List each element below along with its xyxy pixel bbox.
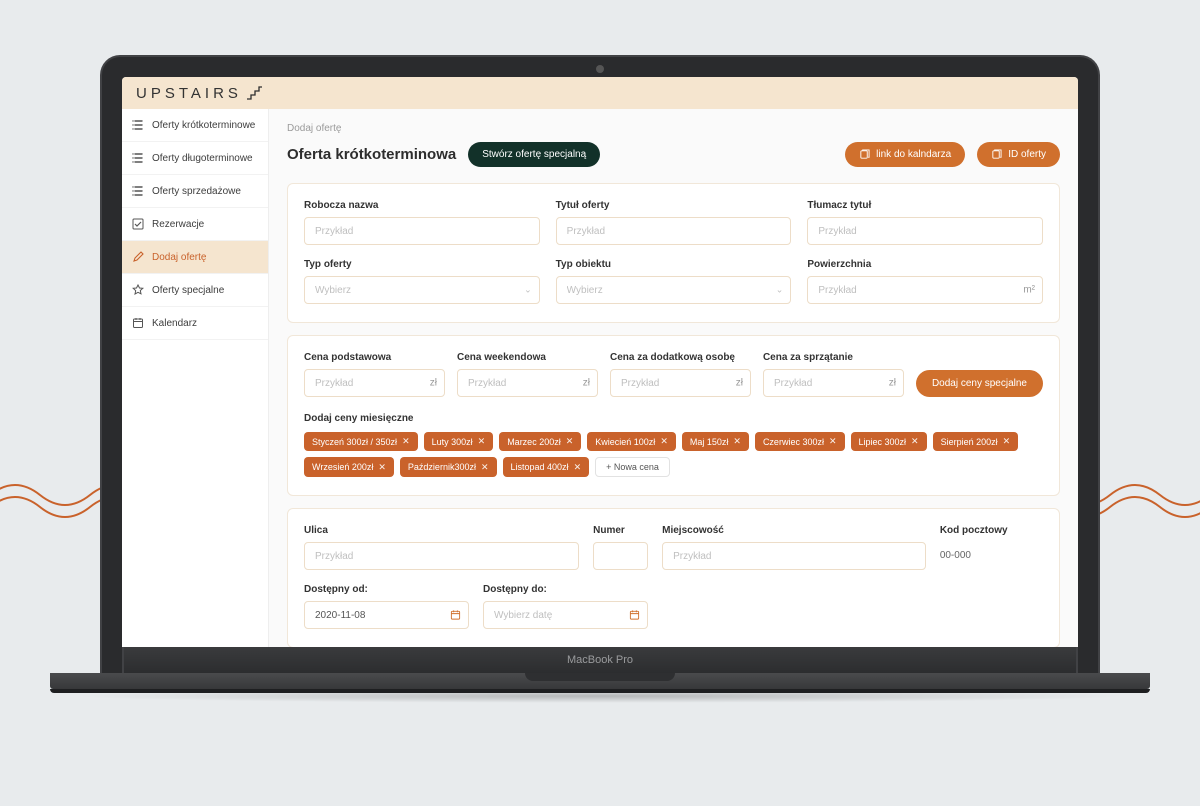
dostepny-od-label: Dostępny od: bbox=[304, 584, 469, 595]
sidebar-item-rezerwacje[interactable]: Rezerwacje bbox=[122, 208, 268, 241]
close-icon[interactable]: ✕ bbox=[566, 436, 574, 447]
price-tag[interactable]: Wrzesień 200zł✕ bbox=[304, 457, 394, 477]
monthly-price-tags: Styczeń 300zł / 350zł✕ Luty 300zł✕ Marze… bbox=[304, 432, 1043, 477]
close-icon[interactable]: ✕ bbox=[378, 462, 386, 473]
cena-weekend-label: Cena weekendowa bbox=[457, 352, 598, 363]
kod-label: Kod pocztowy bbox=[940, 525, 1043, 536]
kod-value: 00-000 bbox=[940, 542, 1043, 561]
typ-obiektu-select[interactable] bbox=[556, 276, 792, 304]
sidebar: Oferty krótkoterminowe Oferty długotermi… bbox=[122, 109, 269, 647]
price-tag[interactable]: Październik300zł✕ bbox=[400, 457, 497, 477]
close-icon[interactable]: ✕ bbox=[660, 436, 668, 447]
check-icon bbox=[132, 218, 144, 230]
sidebar-item-oferty-sprzedazowe[interactable]: Oferty sprzedażowe bbox=[122, 175, 268, 208]
close-icon[interactable]: ✕ bbox=[733, 436, 741, 447]
cena-sprzat-label: Cena za sprzątanie bbox=[763, 352, 904, 363]
sidebar-item-label: Kalendarz bbox=[152, 318, 197, 329]
laptop-frame: UPSTAIRS Oferty krótkoterminowe Oferty d… bbox=[100, 55, 1100, 703]
main-content: Dodaj ofertę Oferta krótkoterminowa Stwó… bbox=[269, 109, 1078, 647]
tytul-label: Tytuł oferty bbox=[556, 200, 792, 211]
tytul-input[interactable] bbox=[556, 217, 792, 245]
star-icon bbox=[132, 284, 144, 296]
close-icon[interactable]: ✕ bbox=[478, 436, 486, 447]
sidebar-item-label: Dodaj ofertę bbox=[152, 252, 206, 263]
close-icon[interactable]: ✕ bbox=[481, 462, 489, 473]
price-tag[interactable]: Styczeń 300zł / 350zł✕ bbox=[304, 432, 418, 451]
card-address: Ulica Numer Miejscowość bbox=[287, 508, 1060, 647]
date-from-input[interactable] bbox=[304, 601, 469, 629]
sidebar-item-label: Rezerwacje bbox=[152, 219, 204, 230]
price-tag[interactable]: Lipiec 300zł✕ bbox=[851, 432, 927, 451]
card-basic-info: Robocza nazwa Tytuł oferty Tłumacz tytuł bbox=[287, 183, 1060, 323]
price-tag[interactable]: Czerwiec 300zł✕ bbox=[755, 432, 845, 451]
close-icon[interactable]: ✕ bbox=[911, 436, 919, 447]
powierzchnia-input[interactable] bbox=[807, 276, 1043, 304]
add-special-prices-button[interactable]: Dodaj ceny specjalne bbox=[916, 370, 1043, 397]
nazwa-label: Robocza nazwa bbox=[304, 200, 540, 211]
breadcrumb: Dodaj ofertę bbox=[287, 123, 1060, 134]
list-icon bbox=[132, 152, 144, 164]
link-to-calendar-button[interactable]: link do kalndarza bbox=[845, 142, 965, 167]
price-tag[interactable]: Maj 150zł✕ bbox=[682, 432, 749, 451]
miejscowosc-input[interactable] bbox=[662, 542, 926, 570]
logo-text: UPSTAIRS bbox=[136, 85, 242, 102]
list-icon bbox=[132, 185, 144, 197]
copy-icon bbox=[859, 149, 870, 160]
sidebar-item-kalendarz[interactable]: Kalendarz bbox=[122, 307, 268, 340]
nazwa-input[interactable] bbox=[304, 217, 540, 245]
cena-podst-label: Cena podstawowa bbox=[304, 352, 445, 363]
price-tag[interactable]: Marzec 200zł✕ bbox=[499, 432, 581, 451]
sidebar-item-label: Oferty długoterminowe bbox=[152, 153, 253, 164]
cena-osoba-input[interactable] bbox=[610, 369, 751, 397]
close-icon[interactable]: ✕ bbox=[402, 436, 410, 447]
sidebar-item-label: Oferty specjalne bbox=[152, 285, 224, 296]
laptop-deck-label: MacBook Pro bbox=[122, 647, 1078, 673]
sidebar-item-dodaj-oferte[interactable]: Dodaj ofertę bbox=[122, 241, 268, 274]
price-tag[interactable]: Luty 300zł✕ bbox=[424, 432, 494, 451]
price-tag[interactable]: Listopad 400zł✕ bbox=[503, 457, 590, 477]
cena-weekend-input[interactable] bbox=[457, 369, 598, 397]
logo: UPSTAIRS bbox=[136, 85, 262, 102]
numer-input[interactable] bbox=[593, 542, 648, 570]
close-icon[interactable]: ✕ bbox=[574, 462, 582, 473]
powierzchnia-label: Powierzchnia bbox=[807, 259, 1043, 270]
page-title: Oferta krótkoterminowa bbox=[287, 146, 456, 163]
id-offer-button[interactable]: ID oferty bbox=[977, 142, 1060, 167]
calendar-icon bbox=[132, 317, 144, 329]
ulica-label: Ulica bbox=[304, 525, 579, 536]
edit-icon bbox=[132, 251, 144, 263]
sidebar-item-label: Oferty sprzedażowe bbox=[152, 186, 241, 197]
card-pricing: Cena podstawowa zł Cena weekendowa bbox=[287, 335, 1060, 496]
sidebar-item-label: Oferty krótkoterminowe bbox=[152, 120, 255, 131]
close-icon[interactable]: ✕ bbox=[829, 436, 837, 447]
sidebar-item-oferty-specjalne[interactable]: Oferty specjalne bbox=[122, 274, 268, 307]
date-to-input[interactable] bbox=[483, 601, 648, 629]
cena-podst-input[interactable] bbox=[304, 369, 445, 397]
miejscowosc-label: Miejscowość bbox=[662, 525, 926, 536]
close-icon[interactable]: ✕ bbox=[1003, 436, 1011, 447]
sidebar-item-oferty-dlugoterminowe[interactable]: Oferty długoterminowe bbox=[122, 142, 268, 175]
ulica-input[interactable] bbox=[304, 542, 579, 570]
typ-oferty-label: Typ oferty bbox=[304, 259, 540, 270]
monthly-prices-label: Dodaj ceny miesięczne bbox=[304, 413, 1043, 424]
typ-obiektu-label: Typ obiektu bbox=[556, 259, 792, 270]
price-tag[interactable]: Kwiecień 100zł✕ bbox=[587, 432, 676, 451]
app-header: UPSTAIRS bbox=[122, 77, 1078, 109]
camera-dot bbox=[596, 65, 604, 73]
numer-label: Numer bbox=[593, 525, 648, 536]
typ-oferty-select[interactable] bbox=[304, 276, 540, 304]
add-new-price-tag-button[interactable]: + Nowa cena bbox=[595, 457, 670, 477]
create-special-offer-button[interactable]: Stwórz ofertę specjalną bbox=[468, 142, 600, 167]
cena-sprzat-input[interactable] bbox=[763, 369, 904, 397]
dostepny-do-label: Dostępny do: bbox=[483, 584, 648, 595]
price-tag[interactable]: Sierpień 200zł✕ bbox=[933, 432, 1019, 451]
sidebar-item-oferty-krotkoterminowe[interactable]: Oferty krótkoterminowe bbox=[122, 109, 268, 142]
tlumacz-input[interactable] bbox=[807, 217, 1043, 245]
laptop-base bbox=[50, 673, 1150, 689]
copy-icon bbox=[991, 149, 1002, 160]
cena-osoba-label: Cena za dodatkową osobę bbox=[610, 352, 751, 363]
tlumacz-label: Tłumacz tytuł bbox=[807, 200, 1043, 211]
logo-mark-icon bbox=[246, 86, 262, 100]
list-icon bbox=[132, 119, 144, 131]
